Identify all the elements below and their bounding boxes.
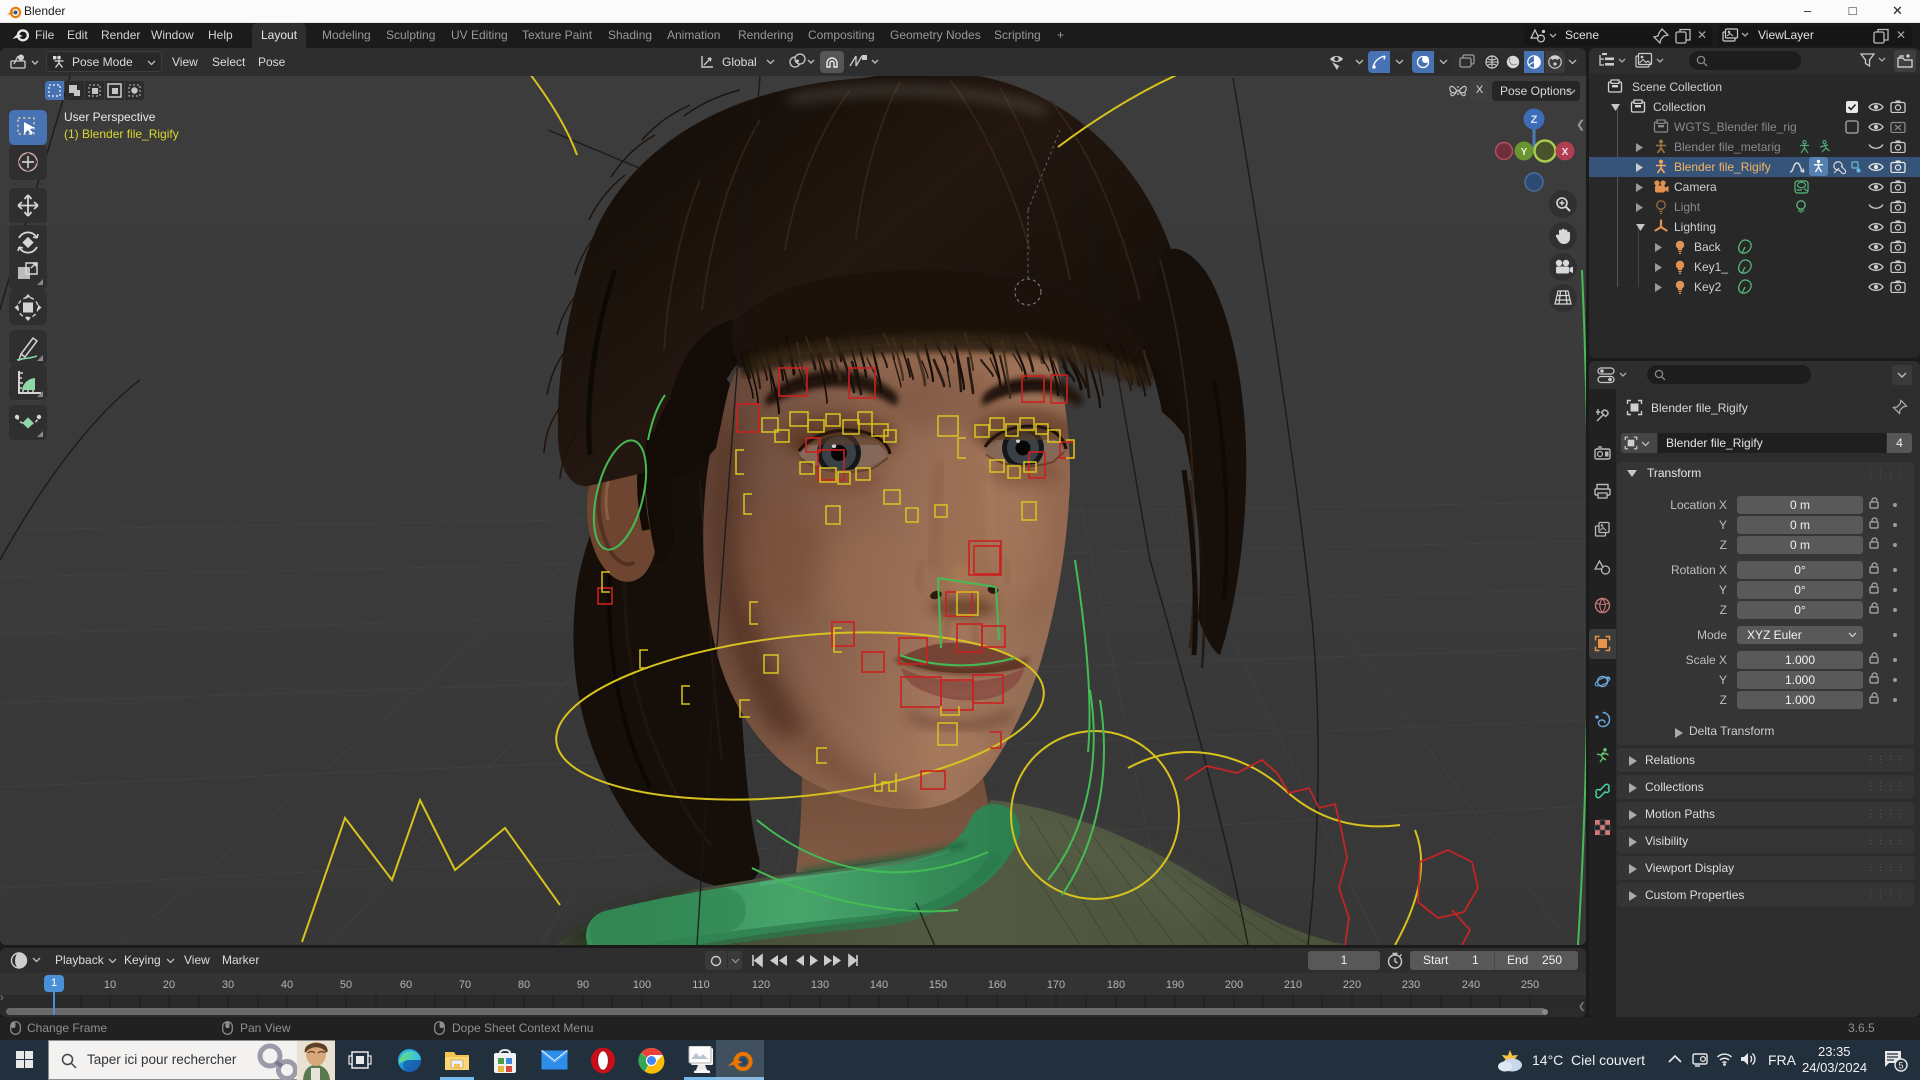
svg-text:100: 100 [633,979,651,991]
svg-text:240: 240 [1462,979,1480,991]
svg-text:120: 120 [752,979,770,991]
svg-text:160: 160 [988,979,1006,991]
svg-text:60: 60 [400,979,412,991]
svg-text:140: 140 [870,979,888,991]
svg-text:200: 200 [1225,979,1243,991]
svg-text:230: 230 [1402,979,1420,991]
svg-text:180: 180 [1107,979,1125,991]
svg-text:110: 110 [692,979,710,991]
svg-text:50: 50 [340,979,352,991]
svg-text:90: 90 [577,979,589,991]
svg-text:Z: Z [1531,114,1538,126]
svg-text:130: 130 [811,979,829,991]
svg-text:Y: Y [1521,147,1528,158]
svg-text:5: 5 [1898,1061,1903,1071]
svg-text:190: 190 [1166,979,1184,991]
svg-text:210: 210 [1284,979,1302,991]
svg-text:20: 20 [163,979,175,991]
svg-text:250: 250 [1521,979,1539,991]
svg-text:X: X [1562,147,1569,158]
svg-text:170: 170 [1047,979,1065,991]
svg-text:30: 30 [222,979,234,991]
svg-text:220: 220 [1343,979,1361,991]
svg-text:150: 150 [929,979,947,991]
svg-text:10: 10 [104,979,116,991]
svg-text:70: 70 [459,979,471,991]
svg-text:80: 80 [518,979,530,991]
svg-text:40: 40 [281,979,293,991]
